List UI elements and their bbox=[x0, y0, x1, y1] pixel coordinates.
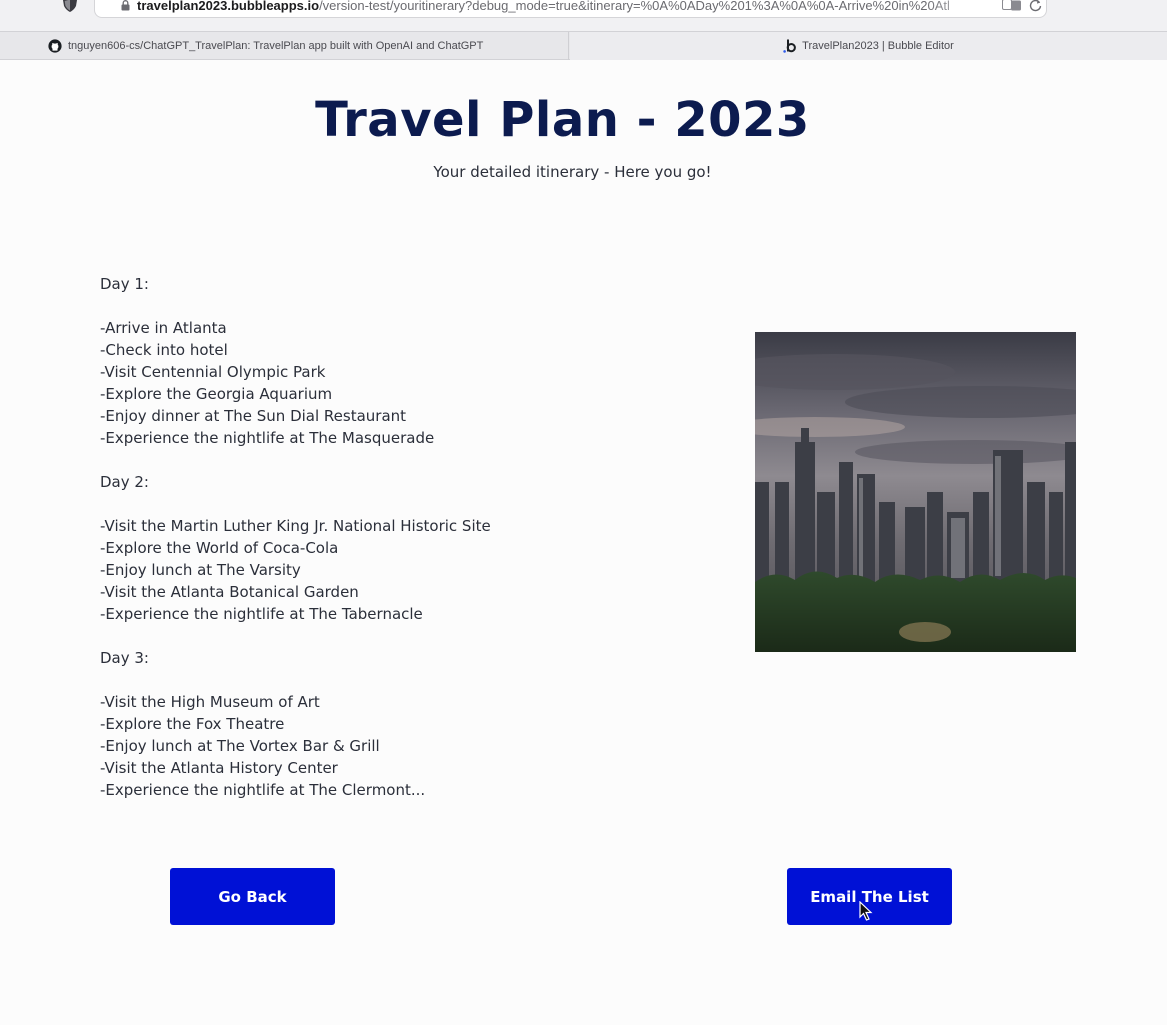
url-host: travelplan2023.bubbleapps.io bbox=[137, 0, 320, 13]
itinerary-day-heading: Day 2: bbox=[100, 473, 149, 491]
itinerary-item: -Visit the High Museum of Art bbox=[100, 693, 320, 711]
page-title: Travel Plan - 2023 bbox=[315, 92, 810, 148]
itinerary-spacer bbox=[100, 295, 660, 317]
itinerary-item: -Explore the World of Coca-Cola bbox=[100, 539, 339, 557]
itinerary-item: -Experience the nightlife at The Taberna… bbox=[100, 605, 423, 623]
itinerary-item: -Enjoy lunch at The Vortex Bar & Grill bbox=[100, 737, 380, 755]
browser-toolbar: travelplan2023.bubbleapps.io/version-tes… bbox=[0, 0, 1167, 31]
tab-github[interactable]: tnguyen606-cs/ChatGPT_TravelPlan: Travel… bbox=[0, 32, 569, 60]
bubble-icon bbox=[783, 39, 797, 53]
itinerary-text: Day 1: -Arrive in Atlanta -Check into hote… bbox=[100, 273, 660, 801]
mouse-cursor-icon bbox=[859, 901, 873, 921]
itinerary-day-heading: Day 1: bbox=[100, 275, 149, 293]
shield-icon[interactable] bbox=[62, 0, 78, 12]
itinerary-day-heading: Day 3: bbox=[100, 649, 149, 667]
itinerary-item: -Enjoy dinner at The Sun Dial Restaurant bbox=[100, 407, 407, 425]
itinerary-item: -Enjoy lunch at The Varsity bbox=[100, 561, 301, 579]
tab-github-label: tnguyen606-cs/ChatGPT_TravelPlan: Travel… bbox=[68, 40, 484, 52]
itinerary-spacer bbox=[100, 669, 660, 691]
itinerary-spacer bbox=[100, 449, 660, 471]
tab-bubble-label: TravelPlan2023 | Bubble Editor bbox=[802, 40, 954, 52]
itinerary-item: -Experience the nightlife at The Clermon… bbox=[100, 781, 426, 799]
lock-icon bbox=[121, 0, 130, 11]
go-back-button[interactable]: Go Back bbox=[170, 868, 335, 925]
itinerary-item: -Experience the nightlife at The Masquer… bbox=[100, 429, 435, 447]
url-path: /version-test/youritinerary?debug_mode=t… bbox=[319, 0, 950, 13]
itinerary-item: -Visit the Atlanta History Center bbox=[100, 759, 338, 777]
atlanta-skyline-image bbox=[755, 332, 1076, 652]
reload-icon[interactable] bbox=[1029, 0, 1042, 12]
itinerary-item: -Visit the Martin Luther King Jr. Nation… bbox=[100, 517, 491, 535]
tab-bar: tnguyen606-cs/ChatGPT_TravelPlan: Travel… bbox=[0, 31, 1167, 60]
itinerary-item: -Explore the Georgia Aquarium bbox=[100, 385, 333, 403]
page-subtitle: Your detailed itinerary - Here you go! bbox=[433, 163, 712, 181]
itinerary-spacer bbox=[100, 493, 660, 515]
tab-bubble-editor[interactable]: TravelPlan2023 | Bubble Editor bbox=[570, 32, 1167, 60]
itinerary-item: -Visit the Atlanta Botanical Garden bbox=[100, 583, 359, 601]
itinerary-item: -Explore the Fox Theatre bbox=[100, 715, 285, 733]
itinerary-spacer bbox=[100, 625, 660, 647]
itinerary-item: -Arrive in Atlanta bbox=[100, 319, 227, 337]
github-icon bbox=[48, 39, 62, 53]
itinerary-item: -Visit Centennial Olympic Park bbox=[100, 363, 326, 381]
url-text[interactable]: travelplan2023.bubbleapps.io/version-tes… bbox=[137, 0, 995, 13]
translate-icon[interactable] bbox=[1002, 0, 1022, 11]
itinerary-item: -Check into hotel bbox=[100, 341, 228, 359]
